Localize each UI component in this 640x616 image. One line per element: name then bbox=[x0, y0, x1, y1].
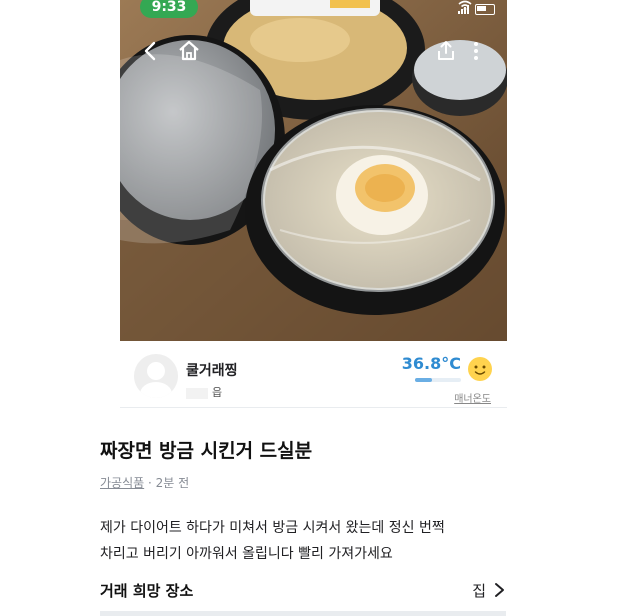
category-link[interactable]: 가공식품 bbox=[100, 476, 144, 490]
default-avatar-icon bbox=[140, 362, 172, 398]
post-body-line: 차리고 버리기 아까워서 올립니다 빨리 가져가세요 bbox=[100, 546, 393, 562]
trade-place-label: 거래 희망 장소 bbox=[100, 582, 194, 600]
map-preview-edge bbox=[100, 611, 506, 616]
status-icons bbox=[458, 0, 495, 18]
post-body-line: 제가 다이어트 하다가 미쳐서 방금 시켜서 왔는데 정신 번쩍 bbox=[100, 520, 445, 536]
share-icon bbox=[438, 41, 454, 60]
seller-profile[interactable]: 쿨거래찡 읍 36.8°C 매너온도 bbox=[120, 342, 507, 408]
back-button[interactable] bbox=[138, 38, 164, 64]
manner-temperature-bar bbox=[415, 378, 461, 382]
smile-face-icon bbox=[468, 357, 492, 381]
avatar[interactable] bbox=[134, 354, 178, 398]
meta-separator: · bbox=[148, 476, 156, 490]
product-photo[interactable]: 9:33 bbox=[120, 0, 507, 341]
post-body: 제가 다이어트 하다가 미쳐서 방금 시켜서 왔는데 정신 번쩍 차리고 버리기… bbox=[100, 515, 530, 567]
region-text: 읍 bbox=[212, 386, 223, 399]
battery-icon bbox=[475, 3, 495, 15]
wifi-icon bbox=[458, 0, 472, 11]
profile-divider bbox=[120, 407, 507, 408]
manner-temperature-label[interactable]: 매너온도 bbox=[454, 390, 491, 405]
post-time: 2분 전 bbox=[155, 476, 190, 490]
manner-temperature: 36.8°C bbox=[401, 354, 461, 373]
more-vertical-icon bbox=[474, 42, 478, 60]
post-title: 짜장면 방금 시킨거 드실분 bbox=[100, 440, 313, 462]
manner-temperature-fill bbox=[415, 378, 433, 382]
trade-place-value: 집 bbox=[472, 582, 486, 600]
region-redacted bbox=[186, 387, 208, 399]
more-button[interactable] bbox=[463, 38, 489, 64]
status-time: 9:33 bbox=[140, 0, 198, 18]
home-button[interactable] bbox=[176, 38, 202, 64]
chevron-right-icon bbox=[495, 583, 504, 597]
seller-region: 읍 bbox=[186, 384, 222, 400]
post-meta: 가공식품 · 2분 전 bbox=[100, 474, 189, 491]
home-icon bbox=[179, 40, 199, 61]
seller-nickname: 쿨거래찡 bbox=[186, 363, 238, 379]
trade-place-row[interactable]: 거래 희망 장소 집 bbox=[100, 580, 506, 602]
share-button[interactable] bbox=[433, 38, 459, 64]
chevron-left-icon bbox=[144, 41, 156, 61]
